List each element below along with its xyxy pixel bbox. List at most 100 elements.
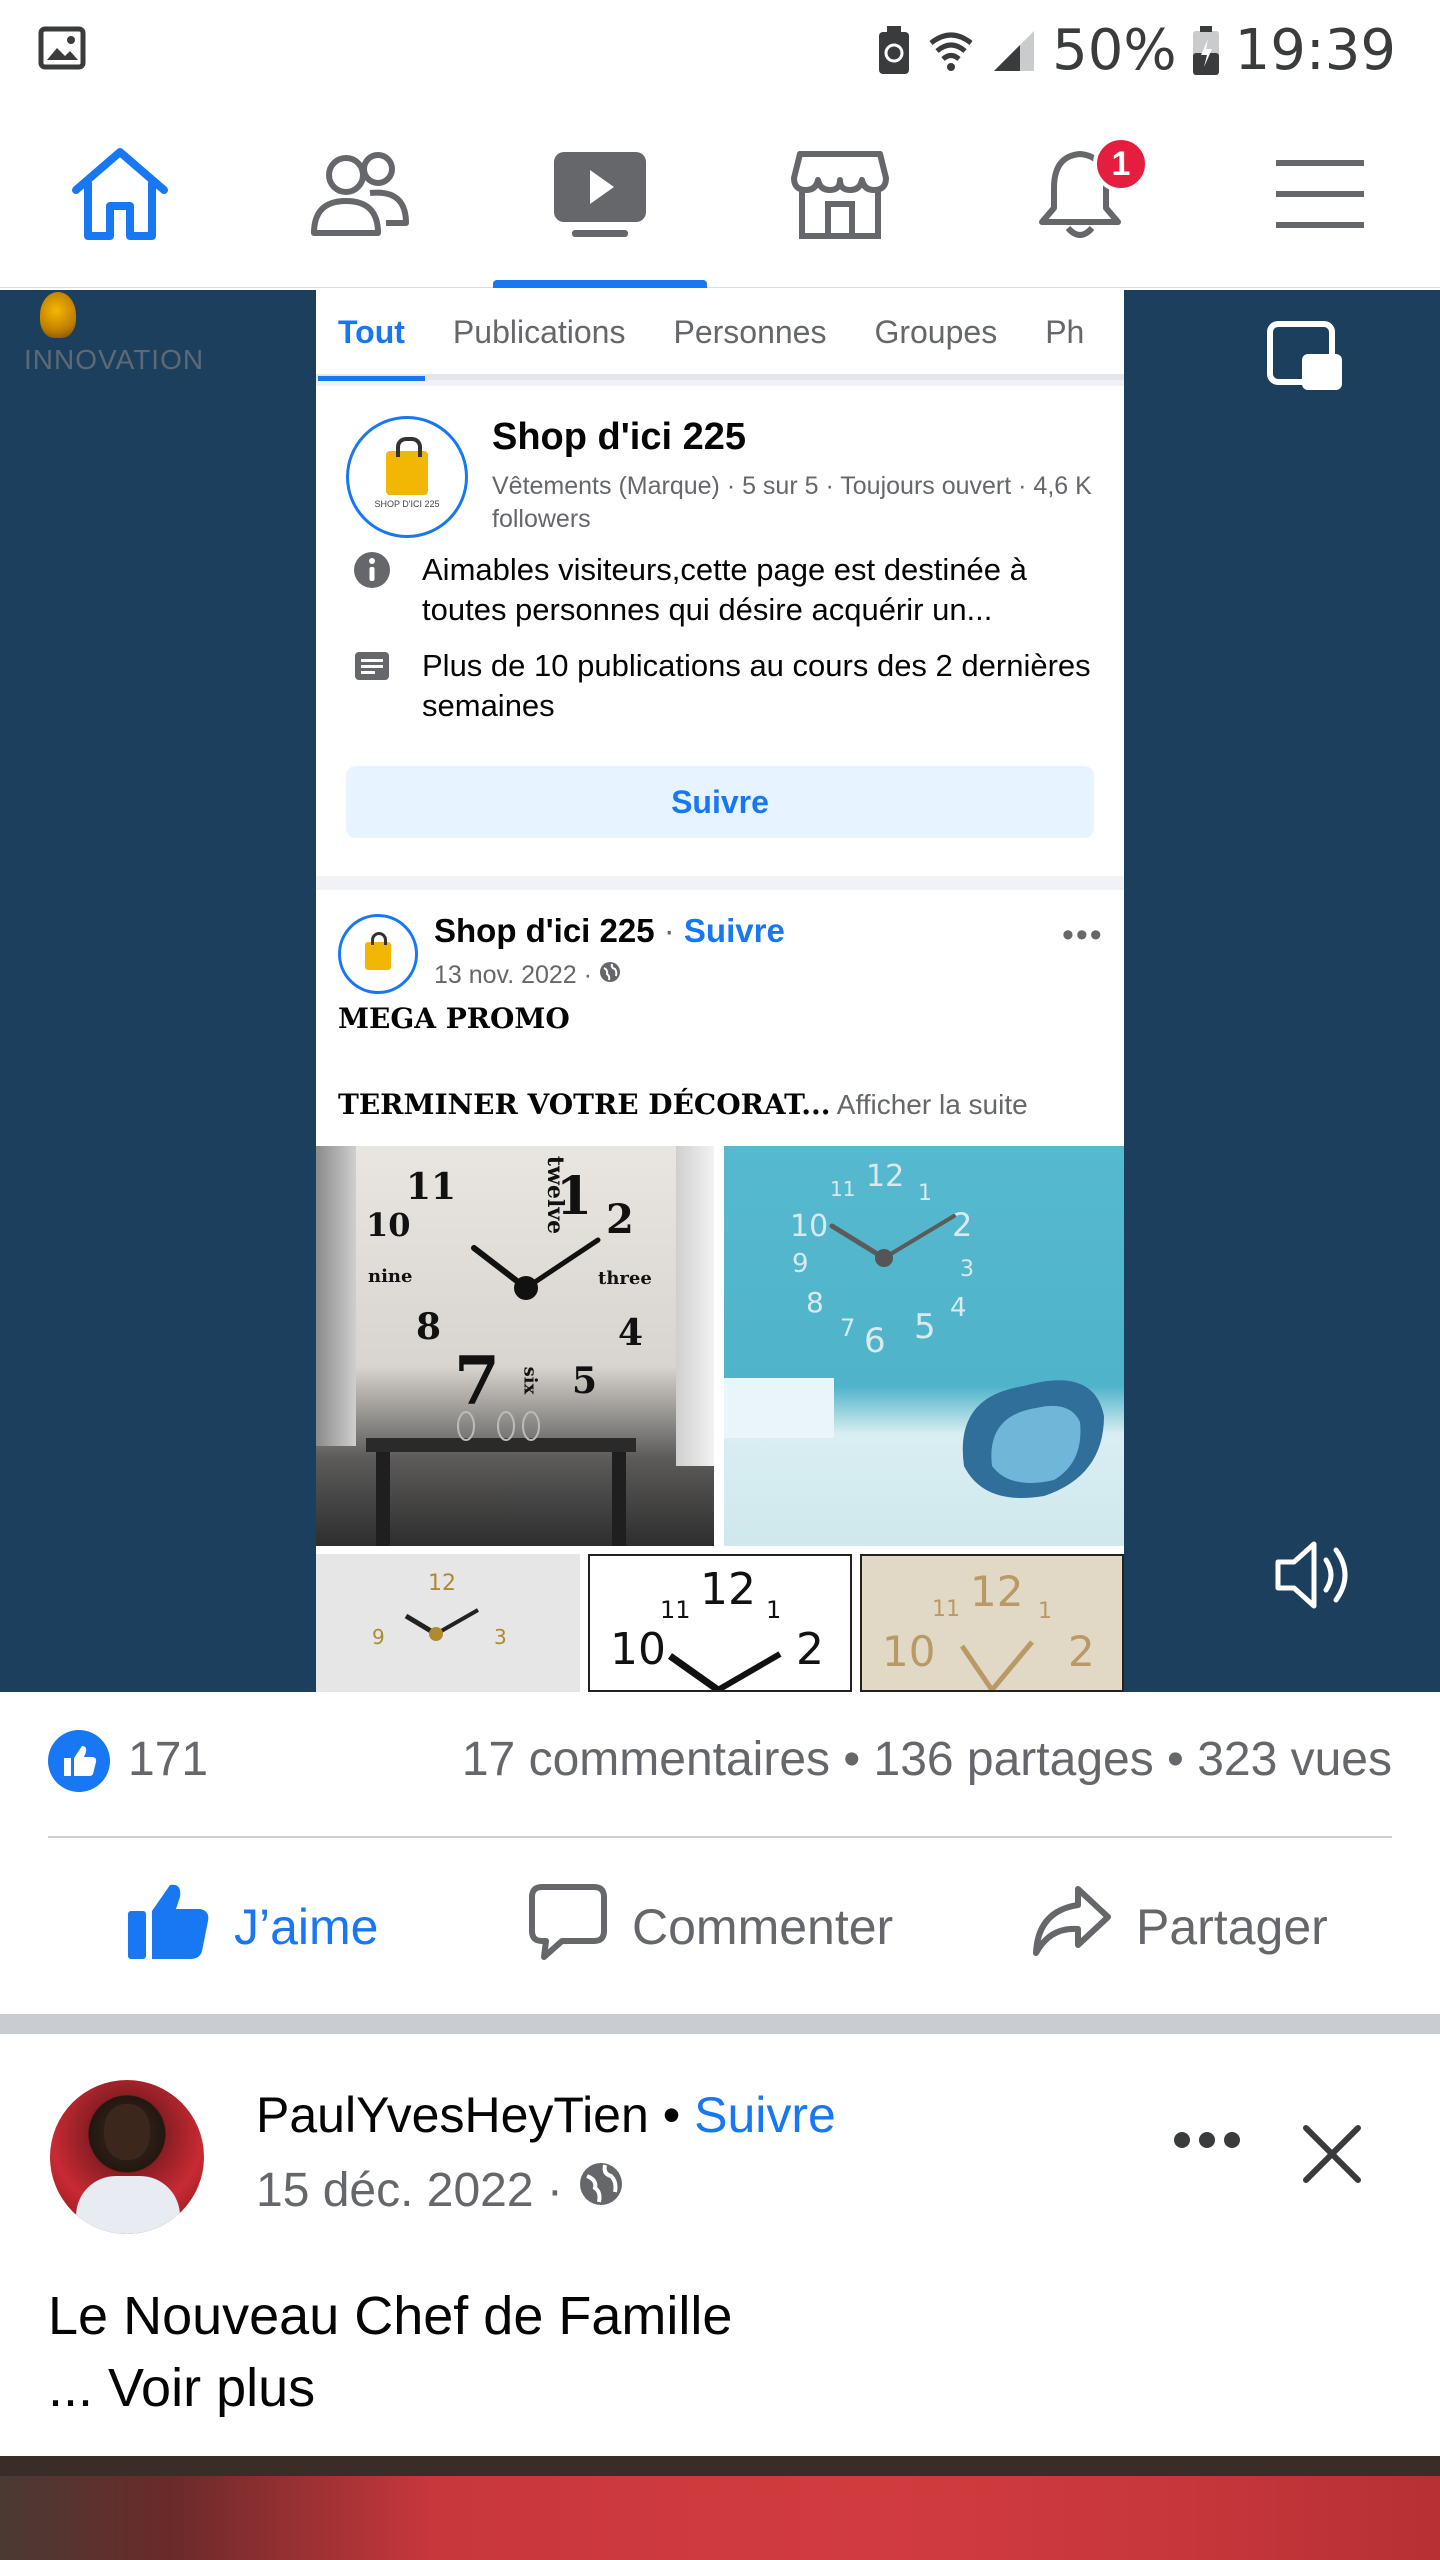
- watermark-logo: INNOVATION: [18, 290, 218, 390]
- battery-icon: [1191, 25, 1221, 77]
- nav-friends[interactable]: [240, 100, 480, 288]
- like-reaction-icon[interactable]: [48, 1730, 110, 1792]
- friends-icon: [308, 149, 412, 239]
- post-header: Shop d'ici 225 · Suivre: [434, 912, 785, 949]
- gold-clock-icon: 12 9 3: [372, 1571, 507, 1649]
- tab-publications: Publications: [452, 314, 626, 350]
- info-icon: [352, 550, 392, 590]
- like-button[interactable]: J’aime: [126, 1840, 378, 2014]
- video-frame-screenshot: Tout Publications Personnes Groupes Ph S…: [316, 290, 1124, 1692]
- svg-text:6: 6: [864, 1321, 886, 1361]
- nav-home[interactable]: [0, 100, 240, 288]
- page-meta: Vêtements (Marque) · 5 sur 5 · Toujours …: [492, 472, 1092, 533]
- video-icon: [550, 146, 650, 242]
- svg-text:9: 9: [372, 1625, 385, 1649]
- svg-text:9: 9: [792, 1249, 809, 1279]
- video-player[interactable]: INNOVATION Tout Publications Personnes G…: [0, 290, 1440, 1692]
- picture-in-picture-button[interactable]: [1264, 316, 1348, 400]
- post-avatar: [338, 914, 418, 994]
- svg-text:2: 2: [952, 1206, 972, 1244]
- tab-personnes: Personnes: [673, 314, 827, 350]
- svg-text:3: 3: [494, 1625, 507, 1649]
- close-icon: [1300, 2125, 1364, 2190]
- speaker-icon: [1272, 1541, 1362, 1624]
- post-text-line1: MEGA PROMO: [338, 1002, 570, 1035]
- share-arrow-icon: [1030, 1883, 1112, 1971]
- follow-link[interactable]: Suivre: [694, 2087, 836, 2143]
- page-about-row: Aimables visiteurs,cette page est destin…: [352, 550, 1112, 630]
- clock-photo-3: 12 9 3: [316, 1554, 580, 1692]
- tab-groupes: Groupes: [874, 314, 998, 350]
- svg-text:11: 11: [932, 1597, 960, 1622]
- tab-tout: Tout: [318, 290, 425, 381]
- wifi-icon: [926, 27, 976, 75]
- globe-icon: [577, 2160, 625, 2220]
- more-options-button[interactable]: [1172, 2130, 1242, 2155]
- post-text-line2: TERMINER VOTRE DÉCORAT... Afficher la su…: [338, 1088, 1028, 1121]
- comment-button[interactable]: Commenter: [528, 1840, 893, 2014]
- nav-menu[interactable]: [1200, 100, 1440, 288]
- post-text: Le Nouveau Chef de Famille ... Voir plus: [48, 2280, 732, 2424]
- hide-post-button[interactable]: [1300, 2122, 1364, 2191]
- svg-text:5: 5: [914, 1307, 936, 1347]
- svg-text:12: 12: [700, 1564, 756, 1615]
- engagement-summary[interactable]: 17 commentaires • 136 partages • 323 vue…: [462, 1732, 1392, 1787]
- nav-marketplace[interactable]: [720, 100, 960, 288]
- page-name: Shop d'ici 225: [492, 416, 746, 458]
- lightbulb-icon: [40, 292, 76, 338]
- svg-text:2: 2: [1068, 1627, 1095, 1676]
- svg-text:1: 1: [918, 1181, 932, 1206]
- clock-time: 19:39: [1234, 18, 1396, 83]
- nav-notifications[interactable]: [960, 100, 1200, 288]
- share-button[interactable]: Partager: [1030, 1840, 1328, 2014]
- feed-separator: [0, 2014, 1440, 2034]
- post-media-preview[interactable]: [0, 2456, 1440, 2560]
- clock-photo-5: 12 11 1 10 2: [860, 1554, 1124, 1692]
- marketplace-icon: [790, 146, 890, 242]
- inner-post-card: Shop d'ici 225 · Suivre 13 nov. 2022 · •…: [316, 890, 1124, 1692]
- battery-percent: 50%: [1052, 18, 1177, 83]
- svg-text:10: 10: [790, 1209, 828, 1244]
- see-more-link[interactable]: ... Voir plus: [48, 2352, 732, 2424]
- post-date: 15 déc. 2022 ·: [256, 2160, 625, 2220]
- globe-icon: [598, 960, 622, 991]
- home-icon: [68, 146, 172, 242]
- shopping-bag-icon: [386, 437, 428, 495]
- svg-text:1: 1: [766, 1596, 781, 1624]
- svg-text:10: 10: [610, 1624, 666, 1675]
- clock-hands: 12 1 2 3 4 5 6 7 8 9 10 11: [724, 1159, 1104, 1498]
- shopping-bag-icon: [365, 932, 391, 970]
- signal-icon: [990, 27, 1038, 75]
- svg-text:7: 7: [840, 1314, 855, 1342]
- author-name[interactable]: PaulYvesHeyTien: [256, 2087, 649, 2143]
- more-options-icon: •••: [1062, 916, 1104, 954]
- black-clock-icon: 12 11 1 10 2: [610, 1564, 824, 1690]
- tan-clock-icon: 12 11 1 10 2: [882, 1567, 1095, 1690]
- svg-text:12: 12: [428, 1571, 456, 1596]
- svg-text:3: 3: [960, 1257, 974, 1282]
- more-dots-icon: [1172, 2132, 1242, 2154]
- svg-text:12: 12: [970, 1567, 1023, 1616]
- tab-photos: Ph: [1045, 314, 1085, 350]
- svg-text:12: 12: [866, 1159, 904, 1194]
- svg-text:1: 1: [1038, 1599, 1052, 1624]
- nav-active-indicator: [493, 280, 707, 288]
- gallery-notification-icon: [38, 26, 86, 75]
- post-actions: J’aime Commenter Partager: [0, 1840, 1440, 2014]
- nav-video[interactable]: [480, 100, 720, 288]
- divider: [48, 1836, 1392, 1838]
- volume-button[interactable]: [1272, 1530, 1362, 1620]
- posts-icon: [352, 646, 392, 686]
- svg-text:10: 10: [882, 1627, 935, 1676]
- post-date: 13 nov. 2022 ·: [434, 960, 622, 991]
- page-activity-row: Plus de 10 publications au cours des 2 d…: [352, 646, 1112, 726]
- clock-photo-2: 12 1 2 3 4 5 6 7 8 9 10 11: [724, 1146, 1124, 1546]
- page-avatar: SHOP D'ICI 225: [346, 416, 468, 538]
- like-count[interactable]: 171: [128, 1732, 208, 1787]
- author-avatar[interactable]: [50, 2080, 204, 2234]
- page-result-card: SHOP D'ICI 225 Shop d'ici 225 Vêtements …: [316, 386, 1124, 876]
- post-author-header: PaulYvesHeyTien • Suivre: [256, 2087, 836, 2143]
- svg-text:2: 2: [796, 1624, 824, 1675]
- picture-in-picture-icon: [1264, 321, 1348, 404]
- svg-text:4: 4: [950, 1293, 967, 1323]
